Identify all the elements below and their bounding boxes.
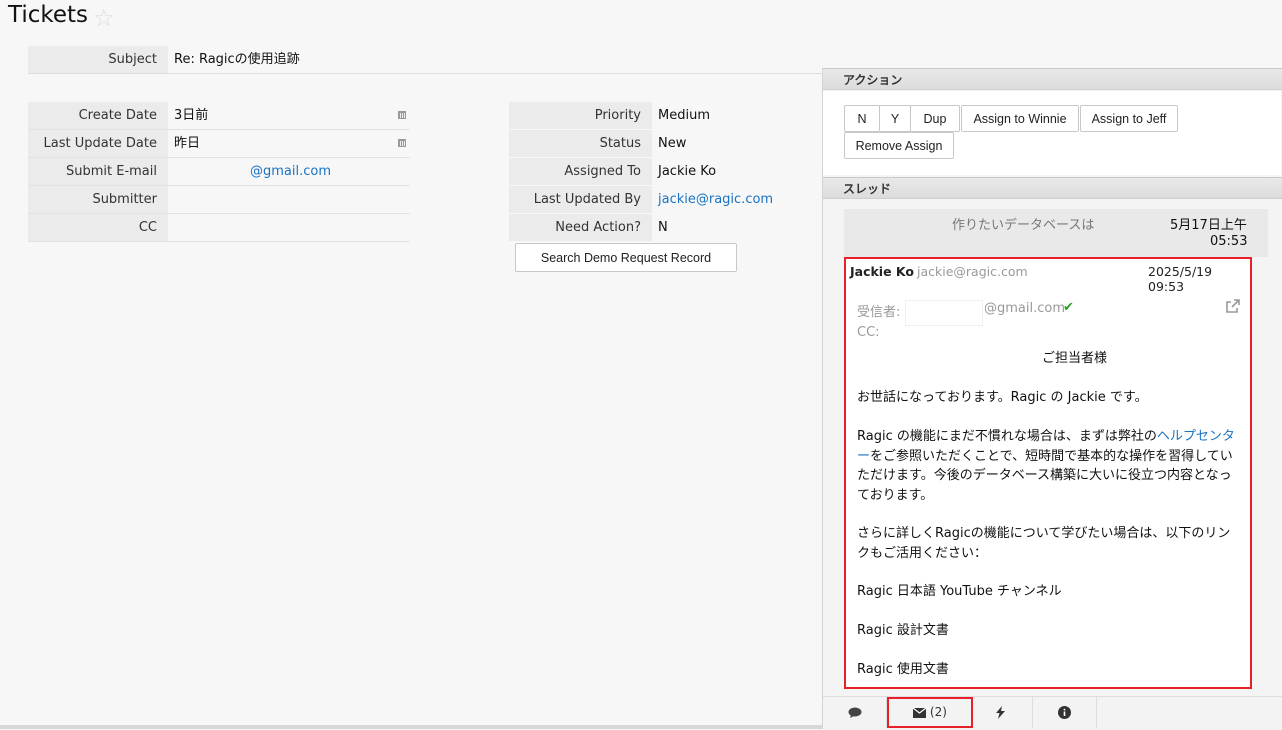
field-last-update-date: Last Update Date 昨日 <box>28 130 410 158</box>
field-value[interactable]: New <box>658 130 686 157</box>
help-center-link[interactable]: ヘルプセンタ <box>1157 429 1235 444</box>
field-value[interactable]: 3日前 <box>174 102 208 129</box>
tab-actions[interactable] <box>969 697 1033 728</box>
mail-count: (2) <box>929 705 947 719</box>
field-label: Status <box>509 130 652 157</box>
thread-prev-item[interactable]: 作りたいデータベースは 5月17日上午 05:53 <box>844 209 1268 257</box>
field-label: CC <box>28 214 168 241</box>
action-n-button[interactable]: N <box>844 105 880 132</box>
usage-doc-link[interactable]: Ragic 使用文書 <box>857 660 949 680</box>
mail-paragraph-1: お世話になっております。Ragic の Jackie です。 <box>857 390 1148 405</box>
calendar-icon[interactable] <box>398 110 406 119</box>
help-center-link[interactable]: ー <box>857 449 870 464</box>
mail-text: をご参照いただくことで、短時間で基本的な操作を習得していただけます。今後のデータ… <box>857 448 1233 503</box>
prev-date: 5月17日上午 <box>1170 218 1247 233</box>
actions-header: アクション <box>823 68 1282 90</box>
field-label: Create Date <box>28 102 168 129</box>
field-label: Submit E-mail <box>28 158 168 185</box>
lightning-icon <box>996 706 1005 719</box>
field-value[interactable]: Jackie Ko <box>658 158 716 185</box>
field-submit-email: Submit E-mail @gmail.com <box>28 158 410 186</box>
prev-time: 05:53 <box>1210 234 1248 249</box>
field-label: Need Action? <box>509 214 652 241</box>
search-demo-request-button[interactable]: Search Demo Request Record <box>515 243 737 272</box>
tab-info[interactable] <box>1033 697 1097 728</box>
youtube-link[interactable]: Ragic 日本語 YouTube チャンネル <box>857 582 1062 602</box>
verified-check-icon: ✔ <box>1063 300 1074 315</box>
field-assigned-to: Assigned To Jackie Ko <box>509 158 822 185</box>
field-value[interactable]: 昨日 <box>174 130 200 157</box>
to-value: @gmail.com <box>984 301 1066 316</box>
comment-icon <box>848 707 861 718</box>
to-redacted <box>905 300 983 326</box>
subject-row: Subject Re: Ragicの使用追跡 <box>28 46 822 74</box>
tab-comments[interactable] <box>823 697 887 728</box>
field-label: Last Updated By <box>509 186 652 213</box>
page-title: Tickets <box>8 2 89 28</box>
assign-winnie-button[interactable]: Assign to Winnie <box>961 105 1079 132</box>
tab-mail[interactable]: (2) <box>887 697 973 728</box>
action-dup-button[interactable]: Dup <box>910 105 960 132</box>
info-icon <box>1058 706 1071 719</box>
cc-label: CC: <box>857 325 880 340</box>
design-doc-link[interactable]: Ragic 設計文書 <box>857 621 949 641</box>
to-label: 受信者: <box>857 305 901 320</box>
actions-box: N Y Dup Assign to Winnie Assign to Jeff … <box>823 91 1281 175</box>
calendar-icon[interactable] <box>398 138 406 147</box>
mail-message: Jackie Ko jackie@ragic.com 2025/5/19 09:… <box>844 257 1252 689</box>
mail-date: 2025/5/19 09:53 <box>1148 264 1213 294</box>
sender-name: Jackie Ko <box>850 264 914 279</box>
field-status: Status New <box>509 130 822 157</box>
field-label: Priority <box>509 102 652 129</box>
page-bottom-border <box>0 725 822 729</box>
field-label: Last Update Date <box>28 130 168 157</box>
external-link-icon[interactable] <box>1226 299 1240 317</box>
mail-paragraph-2: Ragic の機能にまだ不慣れな場合は、まずは弊社のヘルプセンターをご参照いただ… <box>857 427 1235 505</box>
subject-value[interactable]: Re: Ragicの使用追跡 <box>174 46 300 73</box>
star-icon[interactable]: ☆ <box>93 4 115 32</box>
field-create-date: Create Date 3日前 <box>28 102 410 130</box>
remove-assign-button[interactable]: Remove Assign <box>844 132 954 159</box>
field-value[interactable]: Medium <box>658 102 710 129</box>
panel-tab-bar: (2) <box>823 696 1282 730</box>
sender-email: jackie@ragic.com <box>917 264 1028 279</box>
thread-header: スレッド <box>823 177 1282 199</box>
submit-email-link[interactable]: @gmail.com <box>250 158 331 185</box>
subject-label: Subject <box>28 46 168 73</box>
action-y-button[interactable]: Y <box>879 105 911 132</box>
last-updated-by-link[interactable]: jackie@ragic.com <box>658 186 773 213</box>
field-last-updated-by: Last Updated By jackie@ragic.com <box>509 186 822 213</box>
mail-paragraph-3: さらに詳しくRagicの機能について学びたい場合は、以下のリンクもご活用ください… <box>857 526 1231 561</box>
field-need-action: Need Action? N <box>509 214 822 241</box>
field-cc: CC <box>28 214 410 242</box>
field-label: Submitter <box>28 186 168 213</box>
field-submitter: Submitter <box>28 186 410 214</box>
mail-greeting: ご担当者様 <box>1042 351 1108 366</box>
envelope-icon <box>912 707 927 718</box>
field-value[interactable]: N <box>658 214 668 241</box>
prev-subject: 作りたいデータベースは <box>952 218 1095 233</box>
field-label: Assigned To <box>509 158 652 185</box>
mail-text: Ragic の機能にまだ不慣れな場合は、まずは弊社の <box>857 429 1157 444</box>
field-priority: Priority Medium <box>509 102 822 129</box>
side-panel: アクション N Y Dup Assign to Winnie Assign to… <box>822 68 1282 730</box>
assign-jeff-button[interactable]: Assign to Jeff <box>1080 105 1178 132</box>
